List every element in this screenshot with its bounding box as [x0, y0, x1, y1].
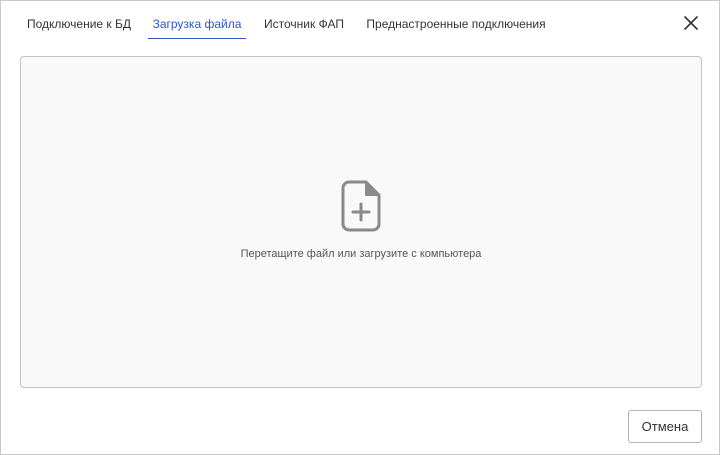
- close-button[interactable]: [681, 13, 701, 33]
- tab-db-connection[interactable]: Подключение к БД: [21, 9, 137, 39]
- upload-dialog: Подключение к БД Загрузка файла Источник…: [0, 0, 720, 455]
- dropzone-hint: Перетащите файл или загрузите с компьюте…: [240, 248, 482, 260]
- file-add-icon: [341, 180, 381, 232]
- tab-bar: Подключение к БД Загрузка файла Источник…: [1, 1, 661, 41]
- file-dropzone[interactable]: Перетащите файл или загрузите с компьюте…: [20, 56, 702, 388]
- cancel-button[interactable]: Отмена: [628, 410, 702, 443]
- tab-file-upload[interactable]: Загрузка файла: [148, 9, 246, 39]
- tab-fap-source[interactable]: Источник ФАП: [259, 9, 349, 39]
- close-icon: [684, 16, 698, 30]
- tab-preset-connections[interactable]: Преднастроенные подключения: [363, 9, 549, 39]
